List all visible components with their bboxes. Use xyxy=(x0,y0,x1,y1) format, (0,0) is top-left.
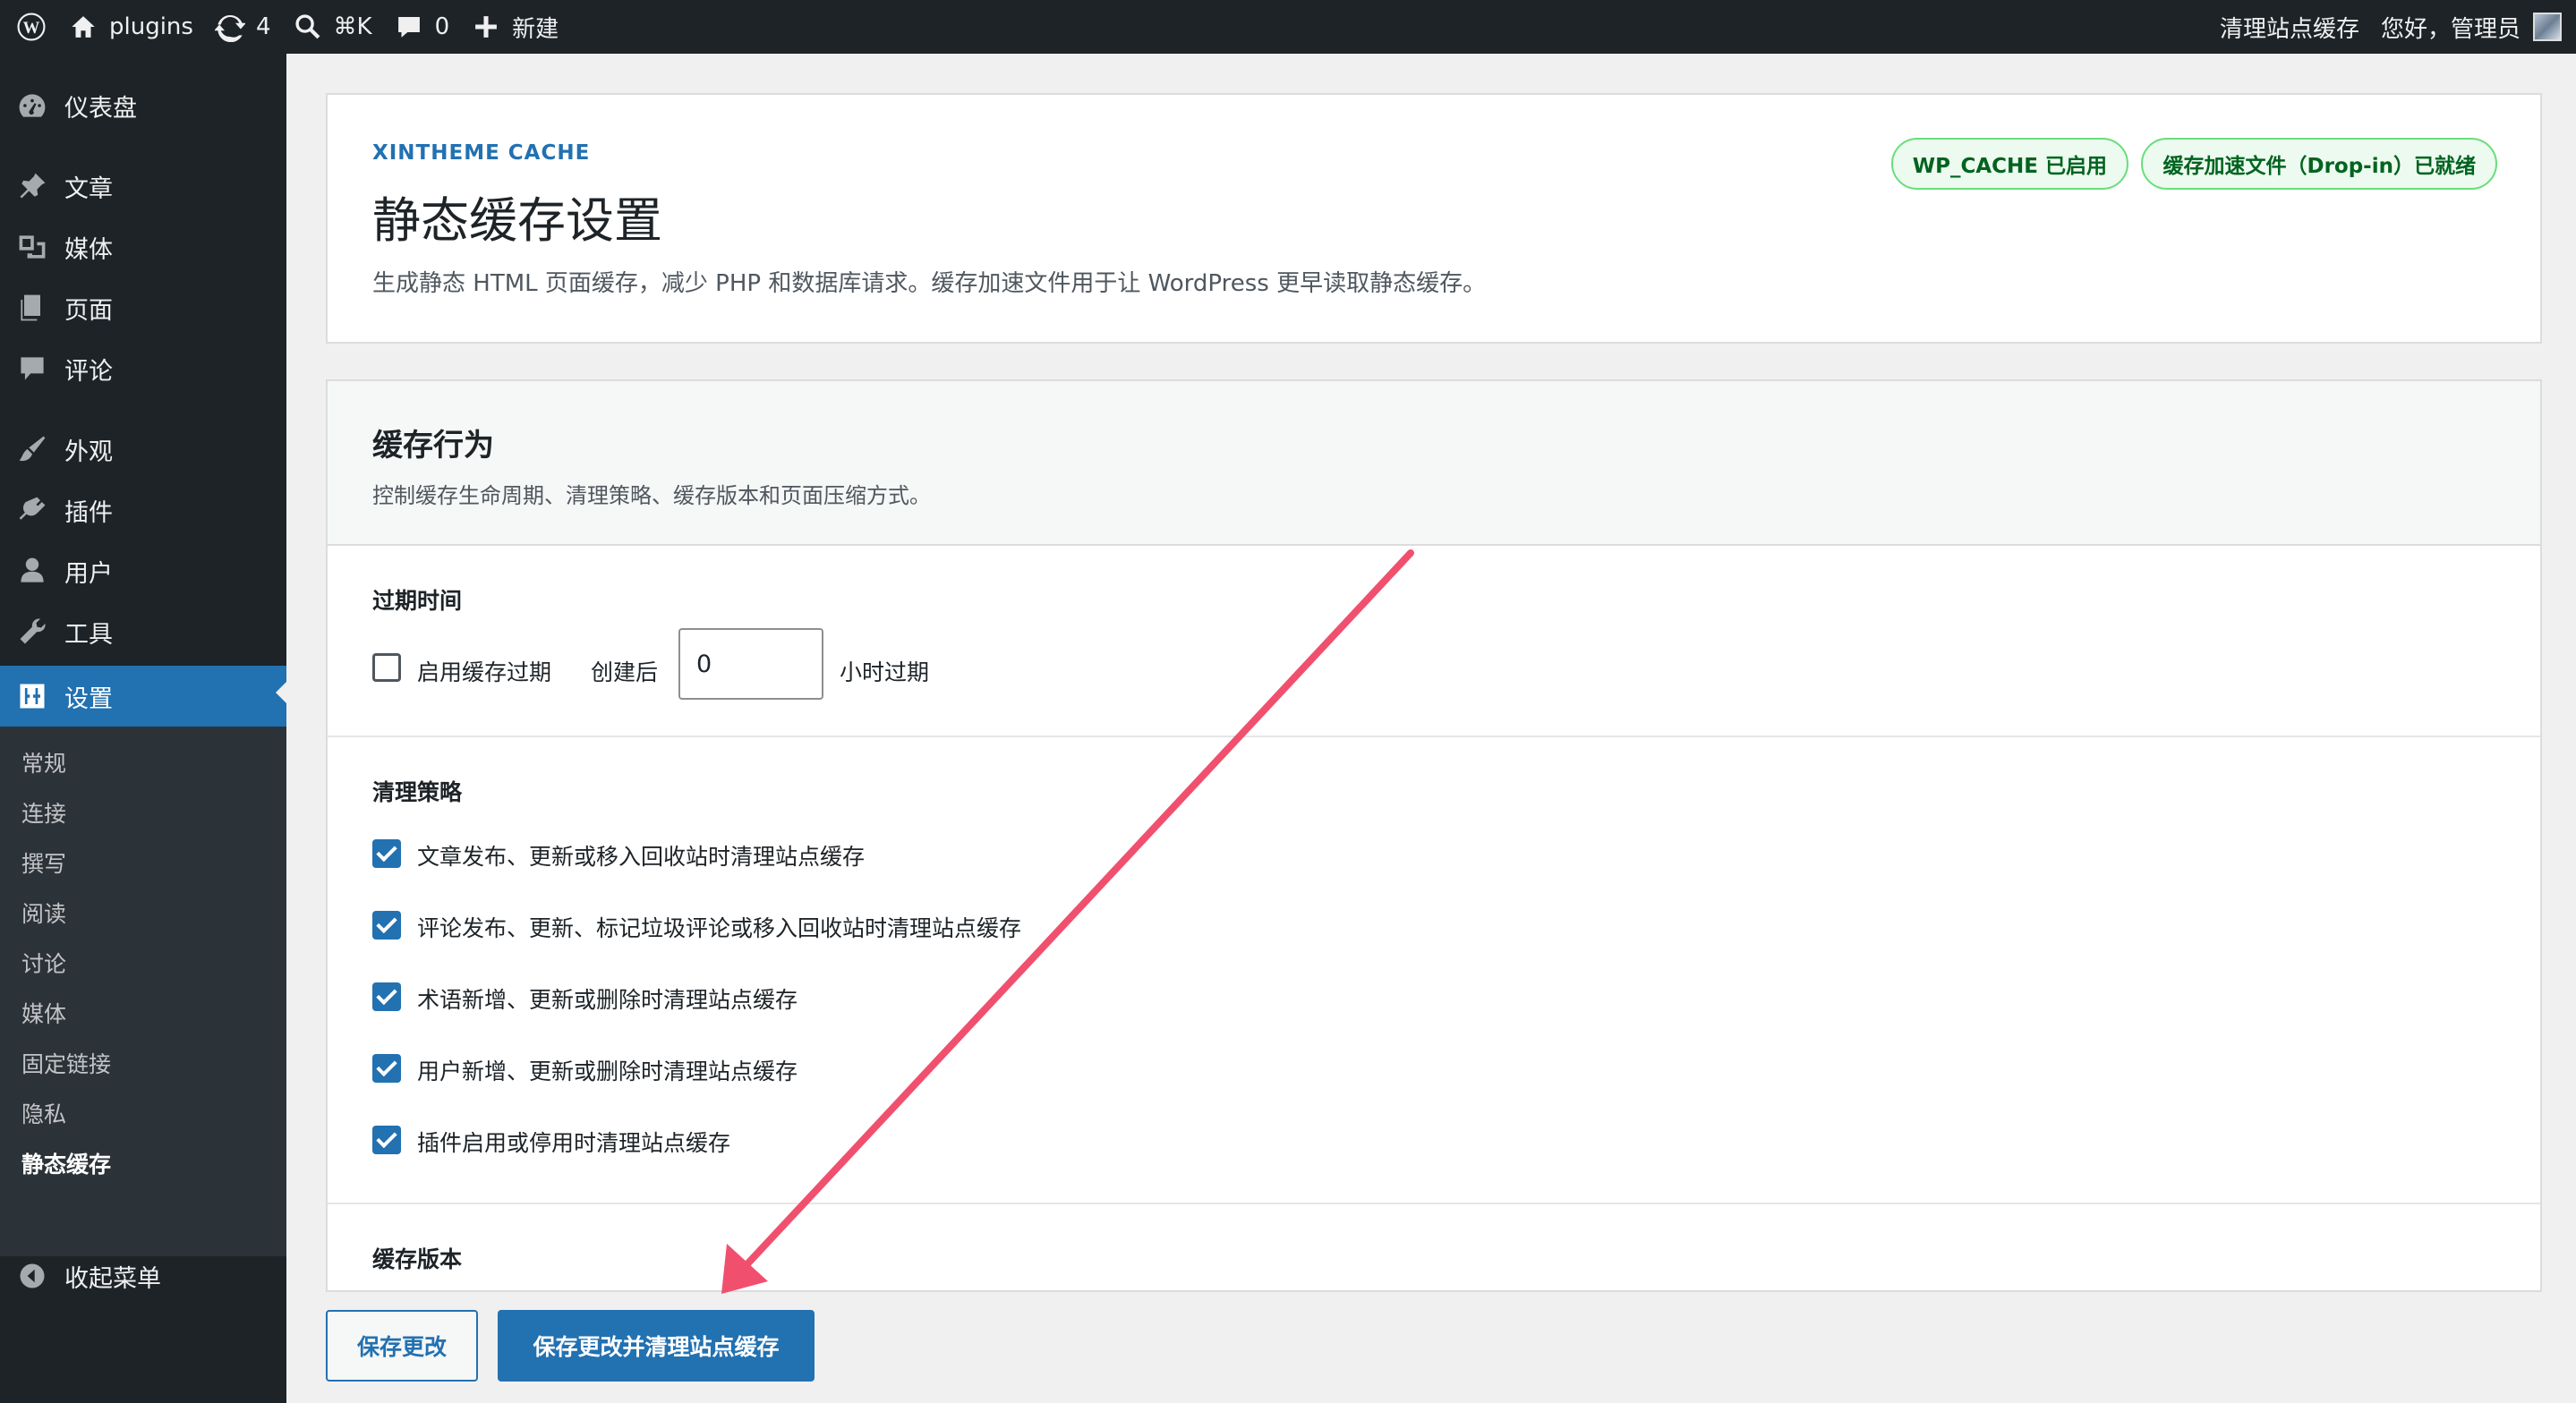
purge-on-comment-checkbox[interactable] xyxy=(372,911,401,940)
sidebar-item-label: 仪表盘 xyxy=(64,94,137,123)
section-title: 缓存行为 xyxy=(372,428,494,463)
pages-icon xyxy=(21,294,40,321)
purge-on-plugin-label[interactable]: 插件启用或停用时清理站点缓存 xyxy=(417,1126,730,1158)
sidebar-item-label: 评论 xyxy=(64,357,113,386)
sidebar-item-label: 用户 xyxy=(64,559,113,588)
section-divider xyxy=(328,1203,2540,1204)
page-description: 生成静态 HTML 页面缓存，减少 PHP 和数据库请求。缓存加速文件用于让 W… xyxy=(372,270,1487,297)
submenu-item-privacy[interactable]: 隐私 xyxy=(21,1097,66,1129)
admin-bar: W plugins 4 ⌘K 0 新建 清理站点缓存 您好，管理员 xyxy=(0,0,2576,54)
submenu-item-writing[interactable]: 撰写 xyxy=(21,846,66,879)
cache-version-label: 缓存版本 xyxy=(372,1246,463,1272)
sidebar-item-label: 页面 xyxy=(64,296,113,325)
sidebar-item-label: 设置 xyxy=(64,684,113,713)
brush-icon xyxy=(19,436,46,462)
avatar[interactable] xyxy=(2533,13,2562,41)
collapse-arrow-icon xyxy=(20,1263,45,1288)
account-menu[interactable]: 您好，管理员 xyxy=(2370,0,2521,54)
home-icon xyxy=(72,16,95,38)
comment-bubble-icon xyxy=(397,16,420,38)
section-header: 缓存行为 控制缓存生命周期、清理策略、缓存版本和页面压缩方式。 xyxy=(328,381,2540,546)
sidebar-item-posts[interactable]: 文章 xyxy=(0,159,286,213)
sidebar-item-label: 收起菜单 xyxy=(64,1264,161,1293)
submenu-item-permalinks[interactable]: 固定链接 xyxy=(21,1047,111,1079)
expiry-group-label: 过期时间 xyxy=(372,588,463,614)
purge-on-user-label[interactable]: 用户新增、更新或删除时清理站点缓存 xyxy=(417,1054,798,1086)
purge-group-label: 清理策略 xyxy=(372,779,463,805)
sidebar-item-users[interactable]: 用户 xyxy=(0,544,286,598)
media-icon xyxy=(19,235,46,259)
sidebar-item-label: 工具 xyxy=(64,620,113,649)
comments-count: 0 xyxy=(434,13,450,40)
expiry-hours-input[interactable]: 0 xyxy=(678,628,823,700)
page-title: 静态缓存设置 xyxy=(372,192,662,249)
sidebar-item-label: 文章 xyxy=(64,174,113,203)
plus-icon xyxy=(475,16,498,38)
sidebar-item-dashboard[interactable]: 仪表盘 xyxy=(0,79,286,132)
purge-on-post-checkbox[interactable] xyxy=(372,839,401,868)
clear-cache-label: 清理站点缓存 xyxy=(2219,15,2359,43)
sidebar-item-label: 媒体 xyxy=(64,235,113,264)
svg-text:W: W xyxy=(23,19,40,38)
site-name: plugins xyxy=(109,13,193,40)
sidebar-item-comments[interactable]: 评论 xyxy=(0,342,286,395)
settings-header-card: XINTHEME CACHE 静态缓存设置 生成静态 HTML 页面缓存，减少 … xyxy=(326,93,2542,344)
dashboard-icon xyxy=(19,94,46,117)
clear-cache-link[interactable]: 清理站点缓存 xyxy=(2209,0,2370,54)
expiry-after-label: 创建后 xyxy=(591,659,659,685)
updates-link[interactable]: 4 xyxy=(204,0,282,54)
wrench-icon xyxy=(20,618,46,644)
enable-expiry-label[interactable]: 启用缓存过期 xyxy=(417,655,551,687)
wp-cache-status-badge: WP_CACHE 已启用 xyxy=(1890,138,2128,190)
comments-icon xyxy=(21,357,44,380)
purge-on-user-checkbox[interactable] xyxy=(372,1054,401,1083)
purge-on-term-checkbox[interactable] xyxy=(372,982,401,1011)
purge-on-plugin-checkbox[interactable] xyxy=(372,1126,401,1154)
settings-submenu: 常规 连接 撰写 阅读 讨论 媒体 固定链接 隐私 静态缓存 xyxy=(0,727,286,1256)
sidebar-item-media[interactable]: 媒体 xyxy=(0,220,286,274)
collapse-menu-button[interactable]: 收起菜单 xyxy=(0,1249,286,1303)
submenu-item-static-cache[interactable]: 静态缓存 xyxy=(21,1147,111,1179)
user-icon xyxy=(21,557,44,582)
search-link[interactable]: ⌘K xyxy=(282,0,383,54)
dropin-status-badge: 缓存加速文件（Drop-in）已就绪 xyxy=(2141,138,2497,190)
admin-sidebar: 仪表盘 文章 媒体 页面 评论 外观 插件 用户 工具 设置 常规 连接 撰写 … xyxy=(0,54,286,1403)
site-name-link[interactable]: plugins xyxy=(57,0,204,54)
new-label: 新建 xyxy=(512,15,559,43)
search-shortcut: ⌘K xyxy=(333,13,372,40)
sidebar-item-settings[interactable]: 设置 xyxy=(0,666,286,727)
pin-icon xyxy=(20,173,46,199)
greeting: 您好，管理员 xyxy=(2380,15,2521,43)
purge-on-post-label[interactable]: 文章发布、更新或移入回收站时清理站点缓存 xyxy=(417,839,865,872)
updates-count: 4 xyxy=(255,13,271,40)
sidebar-item-label: 插件 xyxy=(64,498,113,527)
new-content-link[interactable]: 新建 xyxy=(460,0,569,54)
sidebar-item-label: 外观 xyxy=(64,438,113,466)
expiry-hours-suffix: 小时过期 xyxy=(840,659,930,685)
sidebar-item-pages[interactable]: 页面 xyxy=(0,281,286,335)
section-description: 控制缓存生命周期、清理策略、缓存版本和页面压缩方式。 xyxy=(372,483,931,508)
search-icon xyxy=(294,14,320,39)
save-button[interactable]: 保存更改 xyxy=(326,1310,478,1382)
cache-behavior-card: 缓存行为 控制缓存生命周期、清理策略、缓存版本和页面压缩方式。 过期时间 启用缓… xyxy=(326,379,2542,1292)
settings-sliders-icon xyxy=(20,684,45,709)
wordpress-logo-icon[interactable]: W xyxy=(0,0,57,54)
purge-on-term-label[interactable]: 术语新增、更新或删除时清理站点缓存 xyxy=(417,982,798,1015)
plugin-icon xyxy=(19,497,46,520)
submenu-item-reading[interactable]: 阅读 xyxy=(21,897,66,929)
sidebar-item-plugins[interactable]: 插件 xyxy=(0,483,286,537)
plugin-eyebrow: XINTHEME CACHE xyxy=(372,141,591,165)
purge-on-comment-label[interactable]: 评论发布、更新、标记垃圾评论或移入回收站时清理站点缓存 xyxy=(417,911,1021,943)
submenu-item-general[interactable]: 常规 xyxy=(21,746,66,778)
section-divider xyxy=(328,736,2540,737)
refresh-icon xyxy=(214,14,245,42)
save-and-clear-cache-button[interactable]: 保存更改并清理站点缓存 xyxy=(498,1310,815,1382)
enable-expiry-checkbox[interactable] xyxy=(372,653,401,682)
submenu-item-media[interactable]: 媒体 xyxy=(21,997,66,1029)
sidebar-item-tools[interactable]: 工具 xyxy=(0,605,286,659)
submenu-item-discussion[interactable]: 讨论 xyxy=(21,947,66,979)
submenu-item-connection[interactable]: 连接 xyxy=(21,796,66,829)
sidebar-item-appearance[interactable]: 外观 xyxy=(0,422,286,476)
comments-link[interactable]: 0 xyxy=(383,0,461,54)
